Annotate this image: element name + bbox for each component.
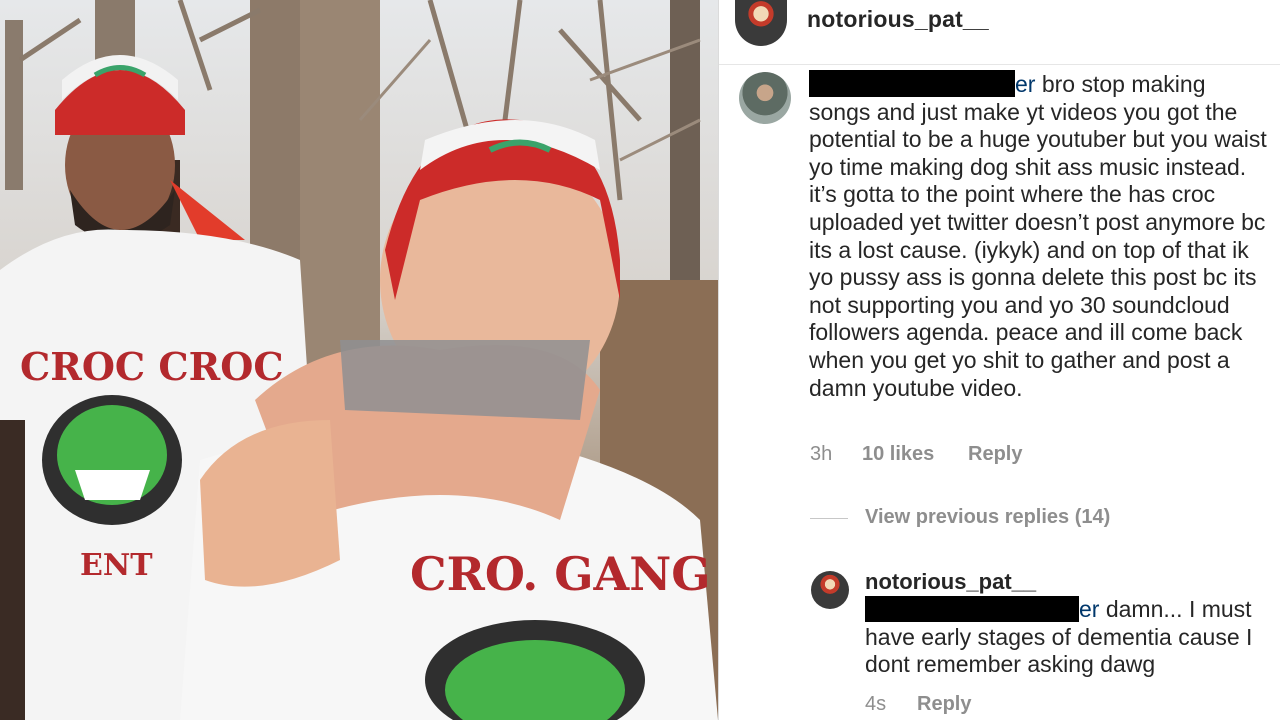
- shirt-text-left-top: CROC CROC: [20, 344, 284, 389]
- reply-body: er damn... I must have early stages of d…: [865, 596, 1275, 679]
- redacted-mention: [865, 596, 1079, 622]
- reply-reply-button[interactable]: Reply: [917, 693, 971, 716]
- post-header: notorious_pat__: [719, 0, 1280, 65]
- view-replies-line: [810, 518, 848, 519]
- post-photo: CROC CROC ENT CRO. GANG: [0, 0, 718, 720]
- reply-username[interactable]: notorious_pat__: [865, 569, 1036, 595]
- reply-mention-suffix[interactable]: er: [1079, 596, 1099, 622]
- comment-reply-button[interactable]: Reply: [968, 443, 1022, 466]
- author-username[interactable]: notorious_pat__: [807, 6, 989, 33]
- commenter-username-suffix[interactable]: er: [1015, 71, 1035, 97]
- redacted-username: [809, 70, 1015, 97]
- comment-body: er bro stop making songs and just make y…: [809, 70, 1269, 402]
- photo-illustration: CROC CROC ENT CRO. GANG: [0, 0, 718, 720]
- shirt-text-right-top: CRO. GANG: [410, 547, 711, 601]
- reply-timestamp[interactable]: 4s: [865, 693, 886, 716]
- comments-panel: notorious_pat__ er bro stop making songs…: [719, 0, 1280, 720]
- commenter-avatar[interactable]: [739, 72, 791, 124]
- shirt-text-left-bottom: ENT: [80, 548, 153, 583]
- comment-text: bro stop making songs and just make yt v…: [809, 71, 1267, 401]
- comment-timestamp[interactable]: 3h: [810, 443, 832, 466]
- author-avatar[interactable]: [735, 0, 787, 46]
- reply-avatar[interactable]: [811, 571, 849, 609]
- comment-likes-link[interactable]: 10 likes: [862, 443, 934, 466]
- view-previous-replies-button[interactable]: View previous replies (14): [865, 506, 1110, 529]
